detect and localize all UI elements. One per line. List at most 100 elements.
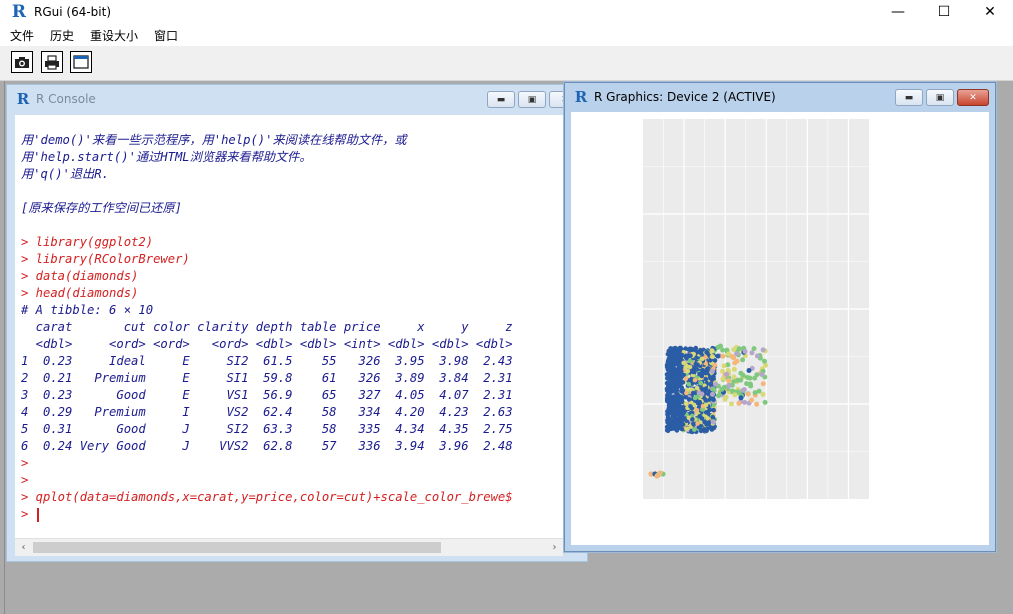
graphics-titlebar[interactable]: R R Graphics: Device 2 (ACTIVE) ▬ ▣ ✕: [565, 83, 995, 111]
console-horizontal-scrollbar[interactable]: ‹ ›: [15, 538, 563, 556]
data-point: [666, 399, 671, 405]
graphics-window: R R Graphics: Device 2 (ACTIVE) ▬ ▣ ✕: [564, 82, 996, 552]
printer-icon: [45, 54, 59, 70]
data-point: [726, 351, 731, 357]
data-point: [677, 348, 682, 354]
console-restore-button[interactable]: ▣: [518, 91, 546, 108]
data-point: [710, 391, 715, 397]
console-line-text: 2 0.21 Premium E SI1 59.8 61 326 3.89 3.…: [21, 371, 513, 385]
console-line: # A tibble: 6 × 10: [21, 302, 561, 319]
data-point: [685, 368, 691, 374]
scroll-thumb[interactable]: [33, 542, 441, 553]
data-point: [690, 390, 696, 396]
data-point: [665, 392, 670, 398]
data-point: [699, 373, 705, 379]
data-point: [721, 363, 727, 369]
minimize-button[interactable]: —: [875, 0, 921, 24]
console-titlebar[interactable]: R R Console ▬ ▣ ✕: [7, 85, 587, 113]
data-point: [705, 416, 710, 421]
data-point: [683, 401, 689, 407]
data-point: [679, 388, 684, 394]
print-button[interactable]: [41, 51, 63, 73]
console-line-text: > library(ggplot2): [21, 235, 154, 249]
copy-screenshot-button[interactable]: [11, 51, 33, 73]
data-point: [684, 426, 690, 432]
menu-history[interactable]: 历史: [44, 27, 80, 44]
data-point: [729, 401, 734, 407]
scroll-left-arrow-icon[interactable]: ‹: [15, 539, 32, 556]
data-point: [677, 397, 682, 403]
data-point: [691, 421, 696, 427]
data-point: [690, 417, 695, 422]
data-point: [759, 372, 765, 377]
data-point: [694, 385, 700, 391]
data-point: [710, 397, 716, 402]
console-line-text: 用'demo()'来看一些示范程序，用'help()'来阅读在线帮助文件，或: [21, 133, 407, 147]
graphics-close-button[interactable]: ✕: [957, 89, 989, 106]
graphics-restore-button[interactable]: ▣: [926, 89, 954, 106]
console-line: > data(diamonds): [21, 268, 561, 285]
r-logo-icon: R: [11, 2, 27, 22]
data-point: [762, 358, 767, 364]
console-line-text: <dbl> <ord> <ord> <ord> <dbl> <dbl> <int…: [21, 337, 513, 351]
window-controls: — ☐ ✕: [875, 0, 1013, 24]
console-line-text: >: [21, 507, 36, 521]
data-point: [705, 409, 711, 415]
text-cursor: [36, 507, 39, 522]
data-point: [760, 347, 766, 353]
menu-bar: 文件 历史 重设大小 窗口: [0, 24, 1013, 46]
console-line-text: > library(RColorBrewer): [21, 252, 190, 266]
data-point: [709, 348, 715, 354]
console-output[interactable]: 用'demo()'来看一些示范程序，用'help()'来阅读在线帮助文件，或 用'…: [15, 115, 563, 552]
data-point: [667, 349, 673, 355]
console-line: > head(diamonds): [21, 285, 561, 302]
data-point: [692, 377, 698, 383]
console-line: 5 0.31 Good J SI2 63.3 58 335 4.34 4.35 …: [21, 421, 561, 438]
maximize-button[interactable]: ☐: [921, 0, 967, 24]
data-point: [734, 358, 740, 364]
data-point: [667, 417, 673, 423]
data-point: [672, 362, 677, 367]
console-line-text: >: [21, 473, 29, 487]
console-line-text: 6 0.24 Very Good J VVS2 62.8 57 336 3.94…: [21, 439, 513, 453]
data-point: [720, 353, 726, 359]
console-text-area[interactable]: 用'demo()'来看一些示范程序，用'help()'来阅读在线帮助文件，或 用'…: [21, 115, 561, 523]
console-line: >: [21, 506, 561, 523]
data-point: [709, 368, 715, 374]
console-line-text: 5 0.31 Good J SI2 63.3 58 335 4.34 4.35 …: [21, 422, 513, 436]
data-point: [712, 362, 718, 368]
console-line-text: 4 0.29 Premium I VS2 62.4 58 334 4.20 4.…: [21, 405, 513, 419]
data-point: [752, 375, 758, 381]
data-point: [704, 422, 709, 427]
data-point: [675, 355, 681, 361]
console-line: 用'q()'退出R.: [21, 166, 561, 183]
console-minimize-button[interactable]: ▬: [487, 91, 515, 108]
menu-window[interactable]: 窗口: [148, 27, 184, 44]
menu-resize[interactable]: 重设大小: [84, 27, 144, 44]
graphics-minimize-button[interactable]: ▬: [895, 89, 923, 106]
data-point: [703, 398, 709, 403]
data-point: [671, 350, 677, 355]
menu-file[interactable]: 文件: [4, 27, 40, 44]
data-point: [748, 383, 754, 389]
console-line: > library(ggplot2): [21, 234, 561, 251]
console-line-text: 用'help.start()'通过HTML浏览器来看帮助文件。: [21, 150, 312, 164]
data-point: [700, 356, 705, 362]
data-point: [694, 408, 700, 413]
console-window-button[interactable]: [70, 51, 92, 73]
data-point: [697, 399, 703, 405]
window-icon: [73, 55, 89, 69]
console-line-text: 用'q()'退出R.: [21, 167, 109, 181]
data-point: [724, 371, 730, 377]
app-titlebar: R RGui (64-bit) — ☐ ✕: [0, 0, 1013, 24]
data-point: [746, 368, 752, 373]
console-line-text: > qplot(data=diamonds,x=carat,y=price,co…: [21, 490, 513, 504]
scroll-right-arrow-icon[interactable]: ›: [546, 539, 563, 556]
data-point: [718, 343, 723, 349]
close-button[interactable]: ✕: [967, 0, 1013, 24]
console-line-text: 3 0.23 Good E VS1 56.9 65 327 4.05 4.07 …: [21, 388, 513, 402]
data-point: [710, 414, 716, 420]
data-point: [666, 374, 672, 379]
